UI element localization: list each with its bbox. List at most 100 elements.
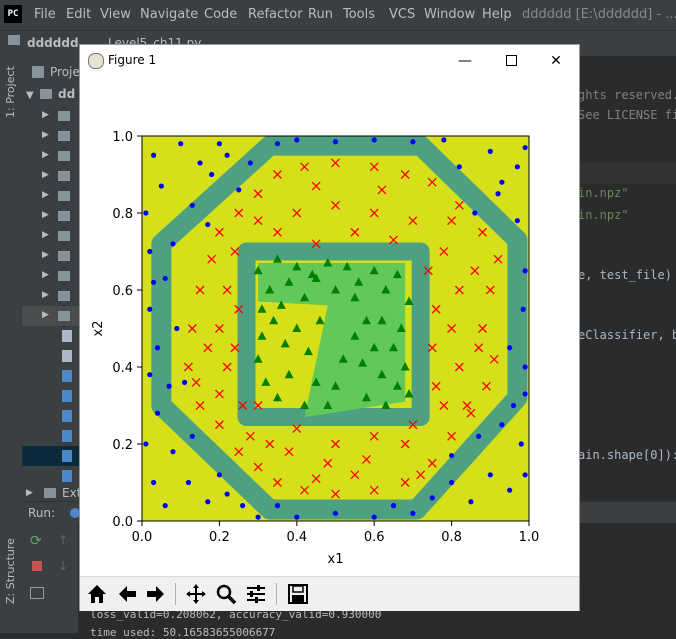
folder-icon (58, 231, 70, 241)
minimize-button[interactable]: — (442, 45, 488, 76)
tree-row[interactable]: ▶ (22, 206, 80, 226)
project-header[interactable]: Proje (50, 65, 80, 79)
menu-file[interactable]: File (34, 7, 56, 22)
class-dot-point (332, 510, 339, 516)
class-dot-point (371, 137, 377, 143)
folder-icon (58, 291, 70, 301)
menu-code[interactable]: Code (204, 7, 237, 22)
class-dot-point (371, 514, 377, 520)
tree-row[interactable] (22, 426, 80, 446)
menu-navigate[interactable]: Navigate (140, 7, 198, 22)
code-line: in.npz" (578, 208, 629, 222)
figure-titlebar[interactable]: Figure 1 — ✕ (80, 45, 579, 76)
code-editor[interactable]: ghts reserved. See LICENSE fi in.npz" in… (578, 56, 676, 501)
tree-row[interactable] (22, 386, 80, 406)
folder-icon (58, 151, 70, 161)
tree-row[interactable]: ▶ (22, 106, 80, 126)
pan-button[interactable] (182, 580, 210, 608)
tree-row[interactable] (22, 466, 80, 486)
class-dot-point (472, 210, 478, 216)
class-dot-point (247, 160, 253, 166)
folder-icon (40, 89, 52, 99)
configure-subplots-button[interactable] (242, 580, 270, 608)
class-dot-point (147, 306, 153, 312)
pan-move-icon (186, 584, 206, 604)
tree-row[interactable]: ▶ (22, 126, 80, 146)
menu-vcs[interactable]: VCS (389, 7, 415, 22)
close-button[interactable]: ✕ (533, 45, 579, 76)
tree-root[interactable]: dd (58, 87, 75, 101)
tree-row[interactable]: ▶ (22, 266, 80, 286)
tree-row[interactable]: ▶ (22, 146, 80, 166)
project-tool-tab[interactable]: 1: Project (4, 66, 17, 118)
menu-help[interactable]: Help (482, 7, 512, 22)
tree-row[interactable] (22, 366, 80, 386)
class-dot-point (166, 383, 172, 389)
tree-row[interactable] (22, 326, 80, 346)
class-dot-point (143, 210, 149, 216)
tree-row[interactable] (22, 346, 80, 366)
scroll-up-icon[interactable]: ↑ (58, 533, 68, 547)
class-dot-point (255, 514, 261, 520)
class-dot-point (154, 345, 161, 351)
run-label: Run: (28, 506, 56, 520)
tree-external-libraries[interactable]: Ext (62, 486, 80, 500)
menu-run[interactable]: Run (308, 7, 333, 22)
python-file-icon (62, 450, 72, 462)
class-dot-point (514, 218, 520, 224)
structure-tool-tab[interactable]: Z: Structure (4, 538, 17, 604)
save-button[interactable] (284, 580, 312, 608)
forward-button[interactable] (142, 580, 170, 608)
tree-row[interactable] (22, 406, 80, 426)
tree-row[interactable]: ▶ (22, 166, 80, 186)
class-dot-point (476, 433, 482, 439)
tree-row[interactable]: ▶ (22, 226, 80, 246)
rerun-icon[interactable]: ⟳ (30, 533, 42, 549)
home-button[interactable] (83, 580, 111, 608)
tree-row[interactable] (22, 446, 80, 466)
matplotlib-app-icon (88, 53, 104, 69)
menu-tools[interactable]: Tools (343, 7, 375, 22)
tree-row[interactable]: ▶ (22, 286, 80, 306)
class-dot-point (332, 139, 339, 145)
class-dot-point (487, 472, 493, 478)
class-dot-point (197, 160, 203, 166)
class-dot-point (216, 472, 222, 478)
class-dot-point (499, 422, 505, 428)
scroll-down-icon[interactable]: ↓ (58, 559, 68, 573)
folder-icon (58, 191, 70, 201)
class-dot-point (441, 137, 447, 143)
stop-icon[interactable] (32, 561, 42, 571)
maximize-button[interactable] (488, 45, 534, 76)
x-tick-label: 0.8 (441, 530, 462, 545)
breadcrumb-project[interactable]: dddddd (27, 36, 79, 50)
configure-subplots-icon (247, 585, 265, 603)
current-line-highlight (578, 162, 676, 184)
tree-row[interactable]: ▶ (22, 186, 80, 206)
figure-canvas[interactable]: 0.0 0.2 0.4 0.6 0.8 1.0 0.0 0.2 0.4 0.6 0.8 1.0 x1 … (80, 76, 579, 576)
tree-row[interactable]: ▶ (22, 306, 80, 326)
python-file-icon (62, 370, 72, 382)
class-dot-point (178, 141, 184, 147)
y-tick-label: 0.0 (112, 515, 133, 530)
menu-view[interactable]: View (100, 7, 131, 22)
menu-refactor[interactable]: Refactor (248, 7, 303, 22)
back-button[interactable] (113, 580, 141, 608)
class-dot-point (181, 379, 188, 385)
class-dot-point (487, 148, 493, 154)
tree-expand-icon[interactable]: ▶ (26, 488, 33, 498)
layout-icon[interactable] (30, 587, 44, 599)
zoom-button[interactable] (212, 580, 240, 608)
class-dot-point (151, 479, 157, 486)
folder-icon (58, 271, 70, 281)
menu-edit[interactable]: Edit (66, 7, 91, 22)
class-dot-point (236, 187, 242, 193)
menu-window[interactable]: Window (424, 7, 475, 22)
class-dot-point (522, 268, 528, 274)
x-tick-label: 0.4 (286, 530, 307, 545)
maximize-icon (505, 55, 517, 66)
class-dot-point (174, 325, 180, 332)
tree-expand-icon[interactable]: ▼ (26, 90, 34, 101)
class-dot-point (143, 441, 149, 447)
tree-row[interactable]: ▶ (22, 246, 80, 266)
